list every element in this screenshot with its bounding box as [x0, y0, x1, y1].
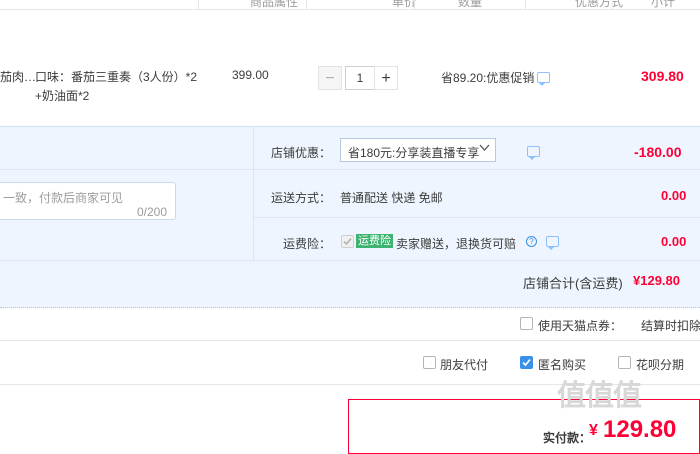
header-subtotal: 小计 — [651, 0, 676, 9]
header-qty: 数量 — [458, 0, 483, 9]
panel-divider — [0, 169, 700, 170]
item-name[interactable]: 茄肉… — [0, 68, 36, 85]
increase-button[interactable]: + — [374, 66, 398, 90]
friend-pay-label: 朋友代付 — [440, 358, 489, 372]
help-icon[interactable]: ? — [526, 236, 537, 247]
chat-icon[interactable] — [537, 72, 550, 86]
shop-discount-label: 店铺优惠： — [271, 146, 332, 160]
shop-discount-select[interactable]: 省180元:分享装直播专享 — [340, 138, 496, 162]
shipping-value: 普通配送 快递 免邮 — [340, 191, 443, 205]
header-attrs: 商品属性 — [250, 0, 299, 9]
item-attr-line1: 口味：番茄三重奏（3人份）*2 — [35, 70, 198, 84]
friend-pay-checkbox[interactable] — [423, 356, 436, 369]
chevron-down-icon — [479, 142, 490, 156]
decrease-button[interactable]: − — [318, 66, 342, 90]
item-price: 399.00 — [232, 68, 269, 82]
order-table-header: 商品属性 单价 数量 优惠方式 小计 — [0, 0, 700, 10]
chat-icon[interactable] — [527, 146, 541, 160]
header-divider — [306, 0, 307, 9]
memo-placeholder: 一致，付款后商家可见 — [3, 191, 124, 205]
huabei-label: 花呗分期 — [636, 358, 685, 372]
final-currency: ¥ — [589, 422, 598, 439]
quantity-input[interactable]: 1 — [345, 66, 375, 90]
header-divider — [414, 0, 415, 9]
item-attr-line2: +奶油面*2 — [35, 89, 90, 103]
header-divider — [198, 0, 199, 9]
header-divider — [612, 0, 613, 9]
insurance-tag: 运费险 — [356, 234, 393, 248]
buyer-memo-field[interactable]: 一致，付款后商家可见 0/200 — [0, 182, 176, 220]
panel-divider — [253, 127, 254, 260]
shipping-label: 运送方式： — [271, 191, 332, 205]
huabei-checkbox[interactable] — [618, 356, 631, 369]
item-subtotal: 309.80 — [641, 68, 684, 84]
header-divider — [525, 0, 526, 9]
anonymous-checkbox[interactable] — [520, 356, 533, 369]
item-promo: 省89.20:优惠促销 — [441, 71, 535, 85]
panel-divider — [0, 260, 700, 261]
chat-icon[interactable] — [545, 236, 559, 250]
final-amount: 129.80 — [603, 416, 677, 443]
panel-divider — [253, 217, 700, 218]
insurance-checkbox[interactable] — [341, 235, 354, 248]
points-settle-note: 结算时扣除 — [641, 319, 700, 333]
shop-discount-amount: -180.00 — [634, 144, 682, 160]
header-promo: 优惠方式 — [575, 0, 624, 9]
insurance-label: 运费险： — [283, 237, 332, 251]
insurance-text: 卖家赠送，退换货可赔 — [396, 237, 517, 251]
watermark-logo: 值值值 — [557, 380, 642, 412]
final-payment-box: 实付款： ¥ 129.80 — [348, 399, 700, 454]
anonymous-label: 匿名购买 — [538, 358, 587, 372]
header-price: 单价 — [392, 0, 417, 9]
shipping-amount: 0.00 — [661, 188, 687, 203]
divider — [0, 340, 700, 341]
points-checkbox[interactable] — [520, 317, 533, 330]
memo-counter: 0/200 — [137, 205, 168, 219]
final-label: 实付款： — [543, 431, 592, 445]
shop-total-label: 店铺合计(含运费) — [523, 276, 623, 291]
shop-total-value: ¥129.80 — [633, 273, 680, 288]
insurance-amount: 0.00 — [661, 234, 687, 249]
shop-discount-value: 省180元:分享装直播专享 — [348, 146, 480, 160]
points-label: 使用天猫点券： — [538, 319, 623, 333]
